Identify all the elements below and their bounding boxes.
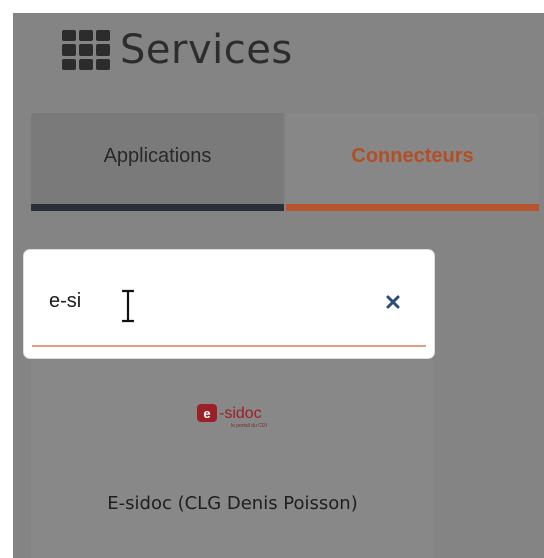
clear-search-button[interactable] <box>380 289 406 315</box>
tab-applications-underline <box>31 204 284 211</box>
search-input[interactable]: e-si <box>32 259 426 347</box>
esidoc-logo: e -sidoc le portail du CDI <box>197 404 267 429</box>
svg-text:e: e <box>203 406 210 421</box>
page-header: Services <box>62 22 293 78</box>
tab-connecteurs-underline <box>286 204 539 211</box>
tab-bar: Applications Connecteurs <box>31 113 539 211</box>
page-title: Services <box>120 27 293 73</box>
svg-text:le portail du CDI: le portail du CDI <box>231 423 267 429</box>
tab-applications[interactable]: Applications <box>31 113 284 211</box>
search-input-value: e-si <box>49 289 82 312</box>
connector-card-esidoc[interactable]: e -sidoc le portail du CDI E-sidoc (CLG … <box>31 360 434 558</box>
svg-text:-sidoc: -sidoc <box>219 405 262 422</box>
close-icon <box>386 295 400 309</box>
connector-card-label: E-sidoc (CLG Denis Poisson) <box>107 493 358 514</box>
tab-applications-label: Applications <box>103 144 212 167</box>
text-cursor-icon <box>122 289 134 323</box>
tab-connecteurs[interactable]: Connecteurs <box>286 113 539 211</box>
grid-icon <box>62 30 110 70</box>
tab-connecteurs-label: Connecteurs <box>351 144 474 167</box>
search-box: e-si <box>24 250 434 358</box>
